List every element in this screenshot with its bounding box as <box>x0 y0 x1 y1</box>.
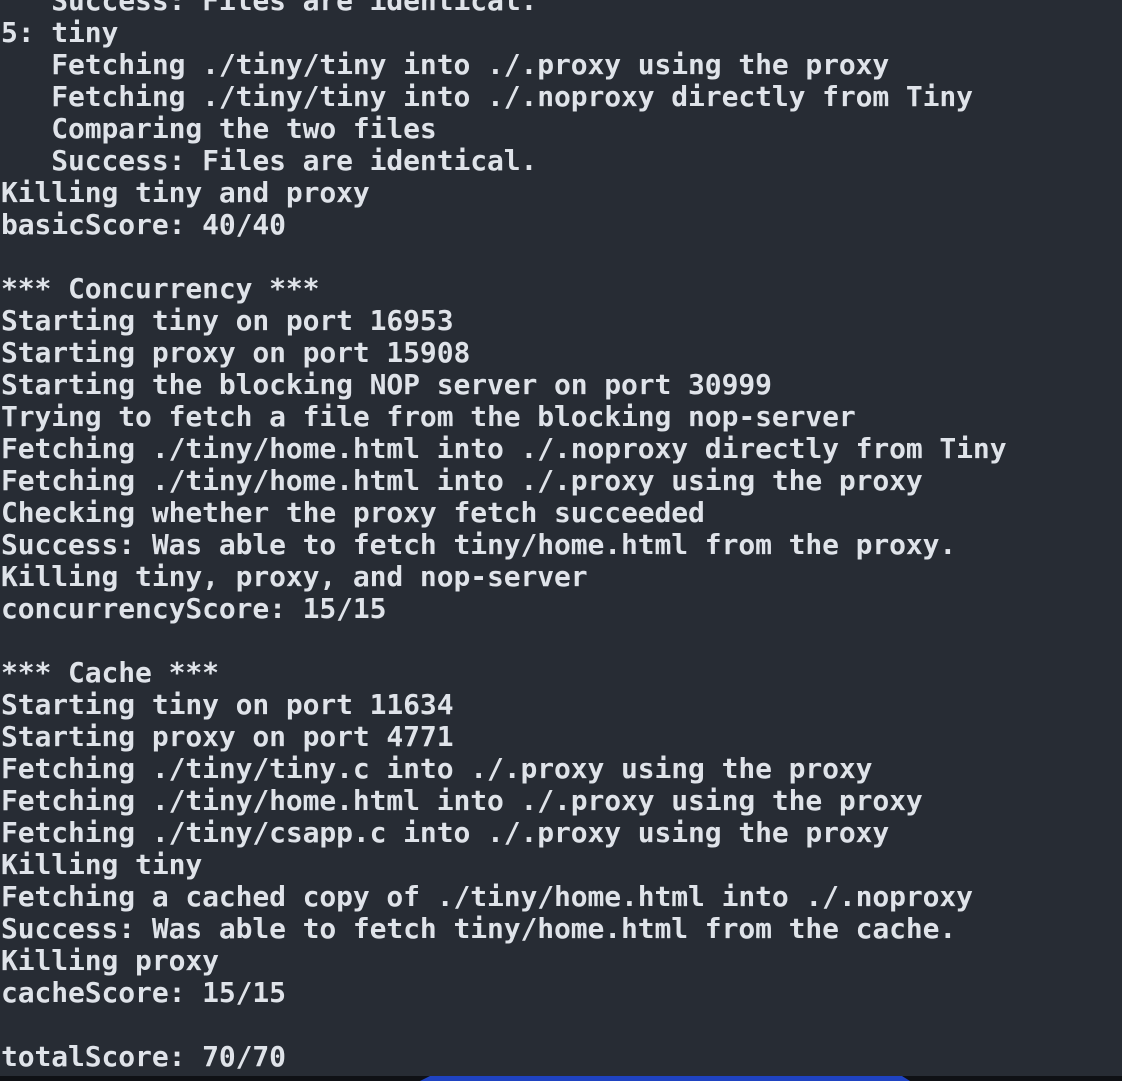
terminal-line: Trying to fetch a file from the blocking… <box>1 400 856 433</box>
terminal-line: basicScore: 40/40 <box>1 208 286 241</box>
terminal-line: Checking whether the proxy fetch succeed… <box>1 496 705 529</box>
terminal-line: Killing proxy <box>1 944 219 977</box>
terminal-line: Success: Files are identical. <box>1 144 538 177</box>
terminal-line: totalScore: 70/70 <box>1 1040 286 1073</box>
status-segment-separator-end <box>902 1076 910 1081</box>
terminal-line: Starting proxy on port 4771 <box>1 720 454 753</box>
terminal-line: Starting the blocking NOP server on port… <box>1 368 772 401</box>
terminal-line: concurrencyScore: 15/15 <box>1 592 387 625</box>
terminal-line: *** Concurrency *** <box>1 272 320 305</box>
terminal-line: Fetching ./tiny/tiny.c into ./.proxy usi… <box>1 752 873 785</box>
terminal-line: Fetching ./tiny/csapp.c into ./.proxy us… <box>1 816 890 849</box>
terminal-line: *** Cache *** <box>1 656 219 689</box>
terminal-line: Comparing the two files <box>1 112 437 145</box>
terminal-output: Success: Files are identical. 5: tiny Fe… <box>1 0 1007 1073</box>
status-segment-separator <box>420 1076 430 1081</box>
terminal-line: Fetching ./tiny/home.html into ./.noprox… <box>1 432 1007 465</box>
terminal-line: Fetching ./tiny/tiny into ./.proxy using… <box>1 48 890 81</box>
terminal-line: Fetching ./tiny/home.html into ./.proxy … <box>1 464 923 497</box>
terminal-line: Starting tiny on port 11634 <box>1 688 454 721</box>
terminal-line: Fetching ./tiny/home.html into ./.proxy … <box>1 784 923 817</box>
terminal-line: Starting proxy on port 15908 <box>1 336 471 369</box>
terminal-line: Success: Was able to fetch tiny/home.htm… <box>1 528 957 561</box>
terminal-line: Killing tiny, proxy, and nop-server <box>1 560 588 593</box>
terminal-line: Success: Was able to fetch tiny/home.htm… <box>1 912 957 945</box>
terminal-line: 5: tiny <box>1 16 119 49</box>
status-segment-active <box>430 1076 902 1081</box>
terminal-line: Fetching ./tiny/tiny into ./.noproxy dir… <box>1 80 973 113</box>
terminal-line: Starting tiny on port 16953 <box>1 304 454 337</box>
tmux-status-bar <box>0 1076 1122 1081</box>
terminal-line: Killing tiny and proxy <box>1 176 370 209</box>
terminal-line: Success: Files are identical. <box>1 0 538 17</box>
terminal-window[interactable]: Success: Files are identical. 5: tiny Fe… <box>0 0 1122 1076</box>
terminal-line: Killing tiny <box>1 848 203 881</box>
terminal-line: Fetching a cached copy of ./tiny/home.ht… <box>1 880 973 913</box>
terminal-line: cacheScore: 15/15 <box>1 976 286 1009</box>
